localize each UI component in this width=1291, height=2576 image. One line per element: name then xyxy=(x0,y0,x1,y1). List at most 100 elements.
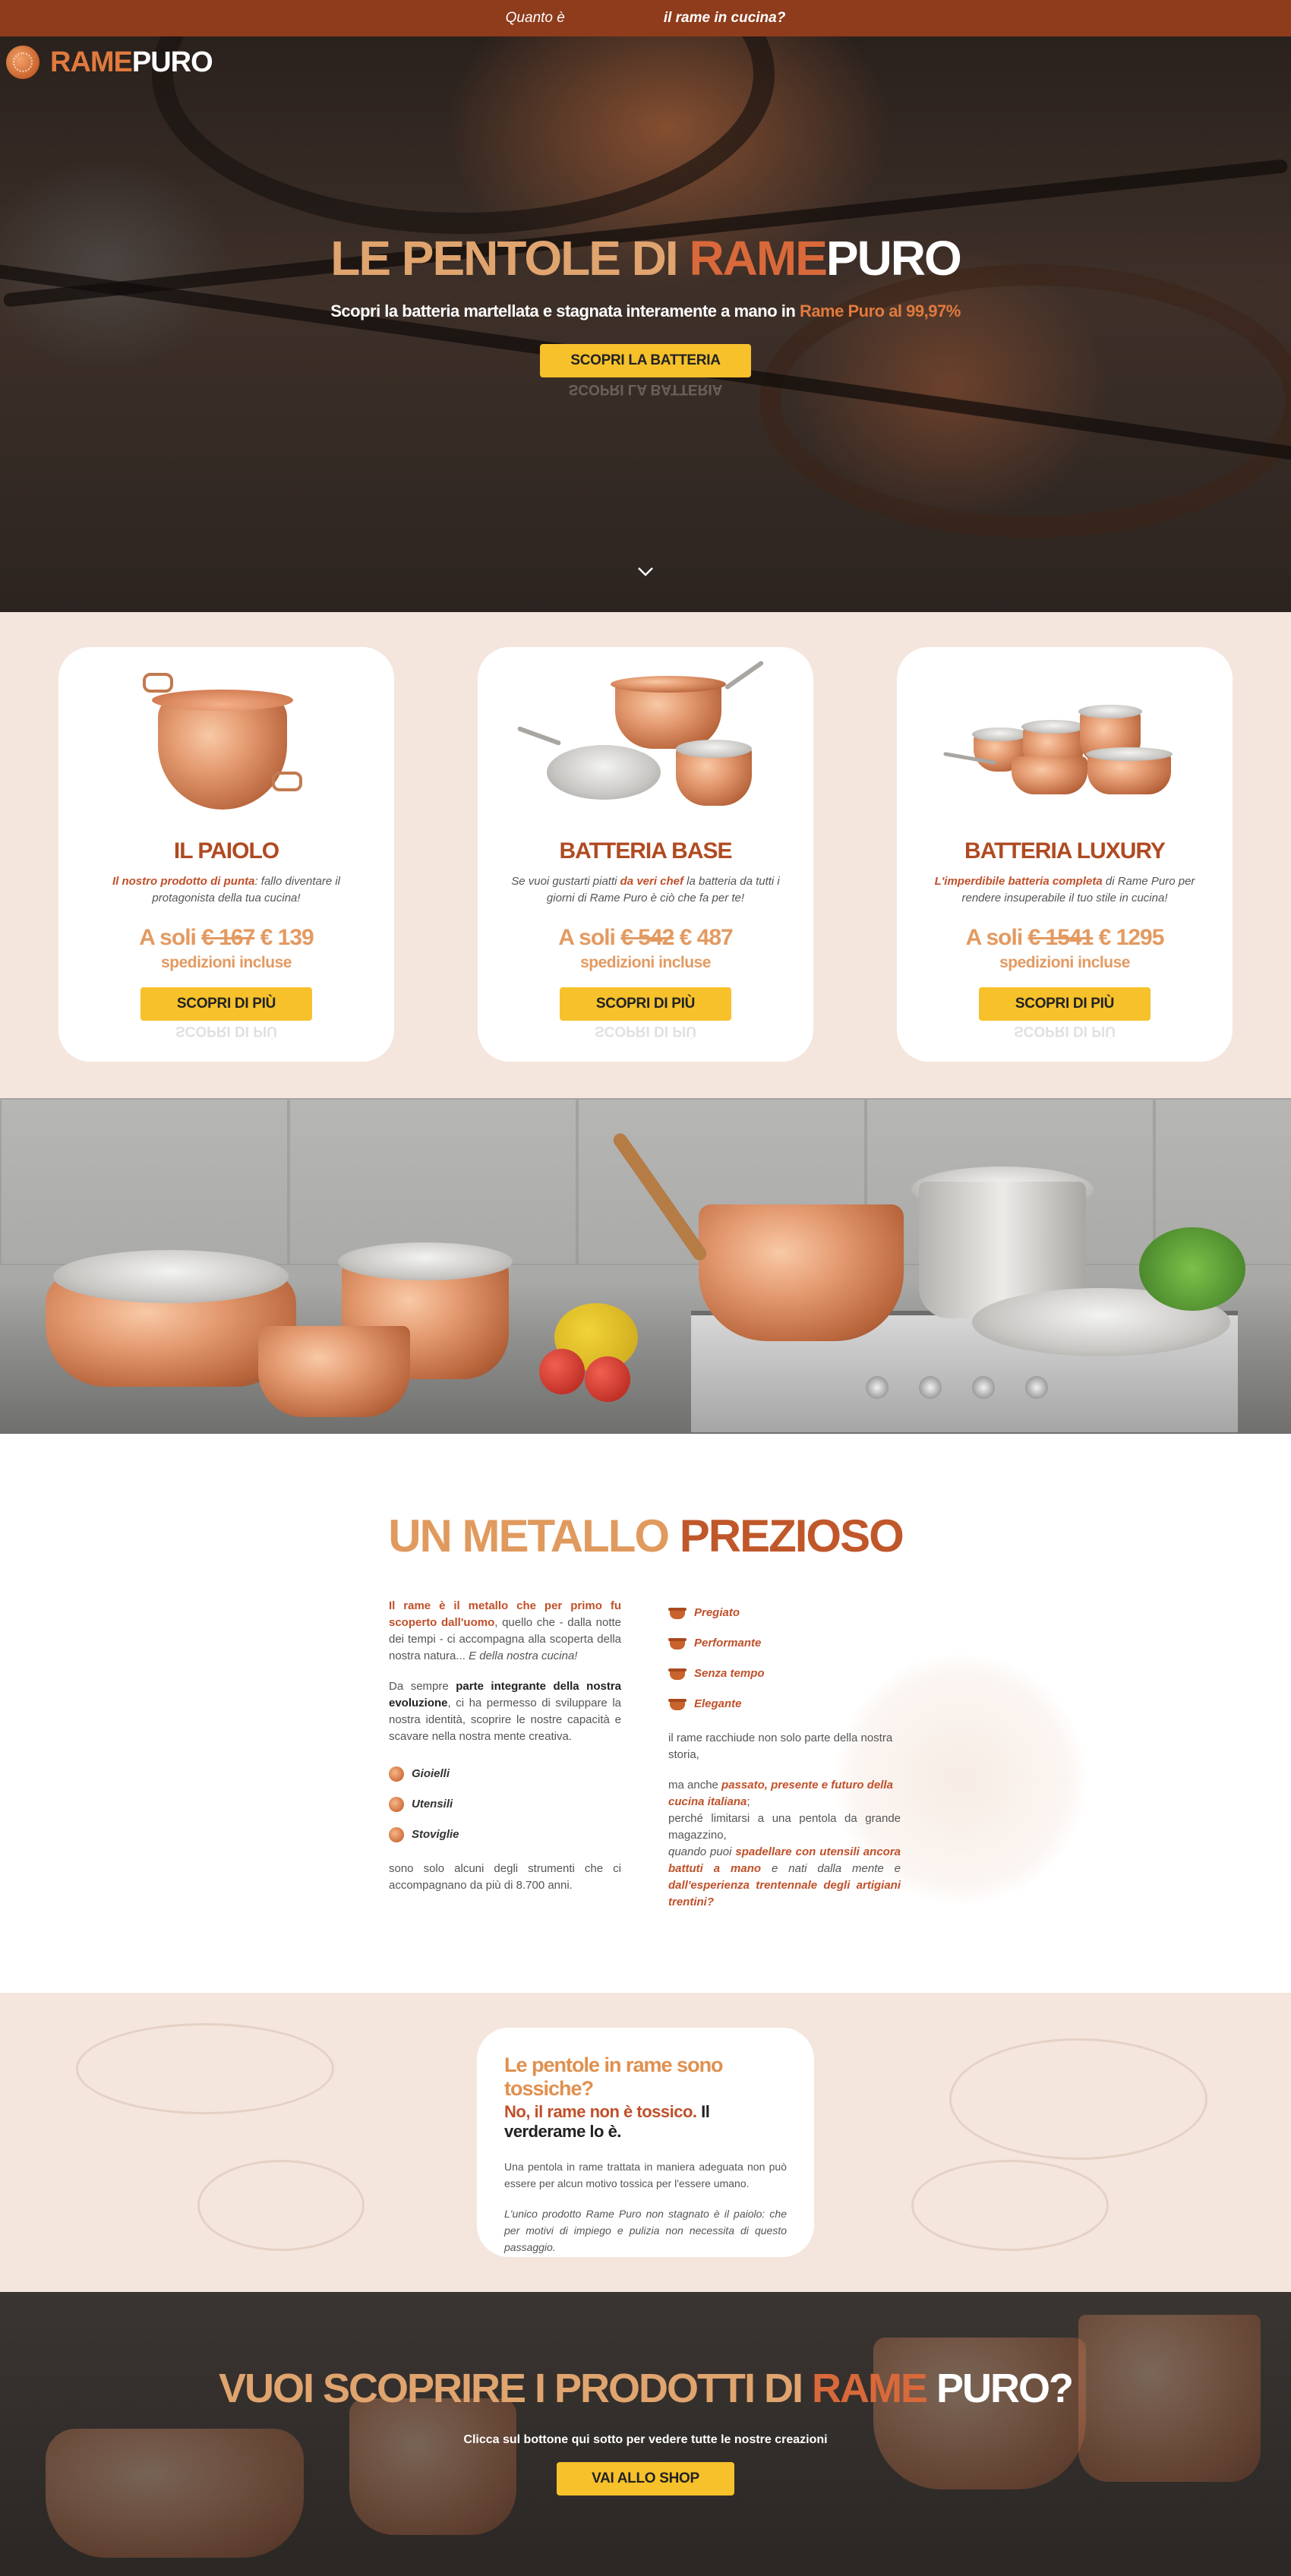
toxicity-card: Le pentole in rame sono tossiche? No, il… xyxy=(477,2028,814,2257)
paragraph-text: e nati dalla mente e xyxy=(761,1862,901,1875)
pot-icon xyxy=(668,1637,687,1649)
card-subtitle: No, il rame non è tossico. Il verderame … xyxy=(504,2102,787,2142)
paragraph-text: ma anche xyxy=(668,1779,722,1792)
button-reflection: SCOPRI DI PIÙ xyxy=(175,1024,278,1039)
product-price: A soli € 542 € 487 xyxy=(478,925,813,951)
background-pot-image xyxy=(873,2338,1086,2489)
topbar-left-text: Quanto è xyxy=(505,10,565,26)
tomato-image xyxy=(539,1349,585,1394)
hero-title: LE PENTOLE DI RAMEPURO xyxy=(0,230,1291,286)
product-description-highlight: L'imperdibile batteria completa xyxy=(934,875,1103,888)
basil-plant-image xyxy=(1139,1227,1245,1311)
batteria-luxury-image xyxy=(943,673,1179,817)
paragraph-highlight: dall'esperienza trentennale degli artigi… xyxy=(668,1879,901,1908)
paragraph: quando puoi spadellare con utensili anco… xyxy=(668,1844,901,1911)
card-subtitle-highlight: No, il rame non è tossico. xyxy=(504,2102,697,2121)
copper-bullet-icon xyxy=(389,1797,404,1812)
background-pot-image xyxy=(349,2398,516,2535)
product-description-highlight: Il nostro prodotto di punta xyxy=(112,875,255,888)
paiolo-image xyxy=(112,673,340,817)
product-title: BATTERIA BASE xyxy=(559,838,733,863)
pan-sketch-decoration xyxy=(76,2023,334,2114)
logo-wordmark: RAMEPURO xyxy=(50,46,213,79)
hero-title-part: PURO xyxy=(825,231,962,286)
product-card-batteria-base: BATTERIA BASE Se vuoi gustarti piatti da… xyxy=(478,647,813,1062)
hero-section: LE PENTOLE DI RAMEPURO Scopri la batteri… xyxy=(0,36,1291,612)
right-column: Pregiato Performante Senza tempo Elegant… xyxy=(668,1598,901,1924)
list-item-label: Senza tempo xyxy=(694,1667,765,1680)
card-paragraph: Una pentola in rame trattata in maniera … xyxy=(504,2161,787,2189)
qualities-list: Pregiato Performante Senza tempo Elegant… xyxy=(668,1598,901,1719)
cta-title: VUOI SCOPRIRE I PRODOTTI DI RAME PURO? xyxy=(0,2365,1291,2412)
go-to-shop-button[interactable]: VAI ALLO SHOP xyxy=(557,2462,734,2496)
product-title: IL PAIOLO xyxy=(173,838,279,863)
paragraph: sono solo alcuni degli strumenti che ci … xyxy=(389,1862,621,1892)
list-item: Senza tempo xyxy=(668,1659,901,1689)
tools-list: Gioielli Utensili Stoviglie xyxy=(389,1759,621,1850)
copper-paiolo-image xyxy=(699,1204,904,1341)
cta-subtitle: Clicca sul bottone qui sotto per vedere … xyxy=(463,2433,828,2446)
toxicity-section: Le pentole in rame sono tossiche? No, il… xyxy=(0,1993,1291,2292)
hero-title-part: RAME xyxy=(689,231,827,286)
cta-title-part: VUOI SCOPRIRE I PRODOTTI DI xyxy=(218,2366,813,2411)
list-item: Gioielli xyxy=(389,1759,621,1789)
pan-sketch-decoration xyxy=(197,2160,365,2251)
list-item-label: Gioielli xyxy=(412,1767,450,1780)
pot-icon xyxy=(668,1668,687,1680)
hero-title-part: LE PENTOLE DI xyxy=(330,231,690,286)
price-new: € 487 xyxy=(674,925,734,950)
paragraph: perché limitarsi a una pentola da grande… xyxy=(668,1812,901,1842)
products-section: IL PAIOLO Il nostro prodotto di punta: f… xyxy=(0,612,1291,1098)
shipping-note: spedizioni incluse xyxy=(999,954,1130,971)
price-prefix: A soli xyxy=(558,925,621,950)
hero-button-reflection: SCOPRI LA BATTERIA xyxy=(568,382,723,397)
paragraph: Da sempre parte integrante della nostra … xyxy=(389,1678,621,1745)
top-announcement-bar: Quanto è il rame in cucina? xyxy=(0,0,1291,36)
shipping-note: spedizioni incluse xyxy=(161,954,292,971)
discover-more-button[interactable]: SCOPRI DI PIÙ xyxy=(560,987,731,1021)
price-new: € 139 xyxy=(254,925,314,950)
product-description: Se vuoi gustarti piatti da veri chef la … xyxy=(501,873,790,907)
kitchen-photo-banner xyxy=(0,1098,1291,1434)
list-item-label: Utensili xyxy=(412,1798,453,1810)
product-title: BATTERIA LUXURY xyxy=(964,838,1166,863)
pot-icon xyxy=(668,1698,687,1710)
batteria-base-image xyxy=(516,660,765,817)
shop-cta-section: VUOI SCOPRIRE I PRODOTTI DI RAME PURO? C… xyxy=(0,2292,1291,2576)
left-column: Il rame è il metallo che per primo fu sc… xyxy=(389,1598,621,1908)
hero-background-pan xyxy=(152,36,775,234)
card-paragraph: L'unico prodotto Rame Puro non stagnato … xyxy=(504,2208,787,2253)
price-prefix: A soli xyxy=(965,925,1028,950)
hero-content: LE PENTOLE DI RAMEPURO Scopri la batteri… xyxy=(0,230,1291,397)
list-item: Elegante xyxy=(668,1689,901,1719)
cta-title-part: PURO? xyxy=(926,2366,1074,2411)
product-description-highlight: da veri chef xyxy=(620,875,684,888)
paragraph-text: Da sempre xyxy=(389,1680,456,1693)
price-prefix: A soli xyxy=(139,925,202,950)
product-description: L'imperdibile batteria completa di Rame … xyxy=(920,873,1209,907)
hero-subtitle-text: Scopri la batteria martellata e stagnata… xyxy=(330,301,800,320)
cta-title-part: RAME xyxy=(812,2366,928,2411)
section-title-part: UN METALLO xyxy=(388,1511,680,1561)
copper-bullet-icon xyxy=(389,1827,404,1842)
discover-more-button[interactable]: SCOPRI DI PIÙ xyxy=(979,987,1151,1021)
pan-sketch-decoration xyxy=(911,2160,1109,2251)
copper-bullet-icon xyxy=(389,1766,404,1782)
site-logo[interactable]: RAMEPURO xyxy=(6,46,213,79)
discover-battery-button[interactable]: SCOPRI LA BATTERIA xyxy=(540,344,751,377)
product-price: A soli € 167 € 139 xyxy=(58,925,394,951)
background-pot-image xyxy=(46,2429,304,2558)
shipping-note: spedizioni incluse xyxy=(580,954,711,971)
price-old: € 167 xyxy=(201,925,255,950)
logo-copper-icon xyxy=(6,46,39,79)
card-title: Le pentole in rame sono tossiche? xyxy=(504,2054,724,2100)
product-card-batteria-luxury: BATTERIA LUXURY L'imperdibile batteria c… xyxy=(897,647,1233,1062)
button-reflection: SCOPRI DI PIÙ xyxy=(594,1024,697,1039)
discover-more-button[interactable]: SCOPRI DI PIÙ xyxy=(140,987,312,1021)
list-item-label: Stoviglie xyxy=(412,1828,459,1841)
product-description-text: Se vuoi gustarti piatti xyxy=(511,875,620,888)
section-title-part: PREZIOSO xyxy=(679,1511,904,1561)
price-new: € 1295 xyxy=(1093,925,1165,950)
product-card-paiolo: IL PAIOLO Il nostro prodotto di punta: f… xyxy=(58,647,394,1062)
scroll-down-chevron-icon[interactable] xyxy=(634,560,657,583)
